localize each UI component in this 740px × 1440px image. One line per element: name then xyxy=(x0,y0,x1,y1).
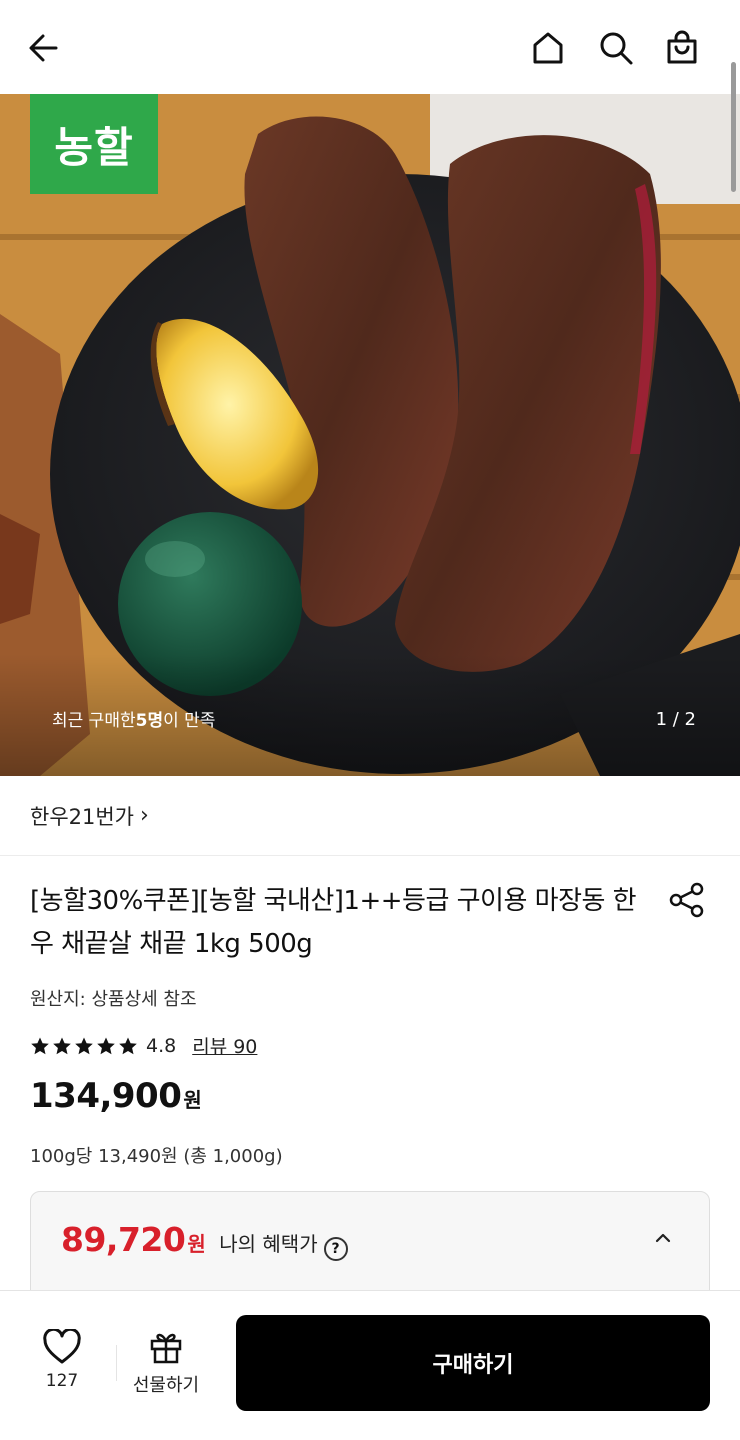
star-icon xyxy=(119,1037,137,1054)
brand-logo: 농할 xyxy=(30,94,158,194)
like-button[interactable]: 127 xyxy=(24,1329,100,1401)
star-icon xyxy=(97,1037,115,1054)
share-button[interactable] xyxy=(666,880,708,922)
price-unit: 원 xyxy=(183,1088,202,1112)
satisfied-count: 5명 xyxy=(135,710,164,731)
star-icon xyxy=(53,1037,71,1054)
chevron-up-icon[interactable] xyxy=(653,1228,673,1248)
price-value: 134,900 xyxy=(30,1076,182,1116)
home-icon xyxy=(533,32,563,64)
gift-label: 선물하기 xyxy=(132,1375,200,1396)
product-title: [농할30%쿠폰][농할 국내산]1++등급 구이용 마장동 한우 채끝살 채끝… xyxy=(30,886,637,959)
store-link[interactable]: 한우21번가 › xyxy=(0,776,740,856)
satisfied-suffix: 이 만족 xyxy=(163,710,216,731)
arrow-left-icon xyxy=(29,34,58,62)
origin-info: 원산지: 상품상세 참조 xyxy=(30,989,197,1010)
buy-button[interactable]: 구매하기 xyxy=(236,1315,710,1411)
product-price: 134,900 원 xyxy=(30,1076,202,1116)
rating-score: 4.8 xyxy=(146,1034,177,1057)
benefit-price: 89,720 원 xyxy=(61,1220,206,1259)
gift-button[interactable]: 선물하기 xyxy=(126,1329,206,1401)
bottom-action-bar: 127 선물하기 구매하기 xyxy=(0,1290,740,1440)
rating-stars xyxy=(30,1036,138,1056)
rating-row: 4.8 리뷰 90 xyxy=(30,1032,257,1059)
help-icon[interactable]: ? xyxy=(323,1237,348,1261)
product-image-carousel[interactable] xyxy=(0,94,740,776)
cart-button[interactable] xyxy=(658,24,706,72)
chevron-right-icon: › xyxy=(140,803,149,828)
benefit-price-row: 89,720 원 나의 혜택가 ? xyxy=(61,1220,348,1261)
brand-logo-text: 농할 xyxy=(54,122,134,172)
gift-icon xyxy=(150,1333,182,1364)
share-icon xyxy=(669,882,704,918)
home-button[interactable] xyxy=(524,24,572,72)
satisfied-prefix: 최근 구매한 xyxy=(52,710,136,731)
search-icon xyxy=(600,32,633,65)
like-count: 127 xyxy=(45,1371,79,1391)
star-icon xyxy=(31,1037,49,1054)
heart-icon xyxy=(43,1329,81,1364)
benefit-price-unit: 원 xyxy=(187,1232,206,1256)
shopping-bag-icon xyxy=(667,30,697,64)
benefit-price-value: 89,720 xyxy=(61,1220,186,1259)
review-link[interactable]: 리뷰 90 xyxy=(192,1032,257,1059)
scrollbar[interactable] xyxy=(731,62,736,192)
search-button[interactable] xyxy=(592,24,640,72)
star-icon xyxy=(75,1037,93,1054)
top-navigation-bar xyxy=(0,0,740,94)
divider xyxy=(116,1345,117,1381)
unit-price: 100g당 13,490원 (총 1,000g) xyxy=(30,1146,283,1167)
back-button[interactable] xyxy=(20,24,68,72)
store-name: 한우21번가 xyxy=(30,804,135,829)
benefit-price-panel[interactable]: 89,720 원 나의 혜택가 ? xyxy=(30,1191,710,1301)
benefit-label: 나의 혜택가 xyxy=(219,1232,318,1256)
recent-buyers-satisfied-label: 최근 구매한 5명 이 만족 xyxy=(52,703,215,733)
image-page-counter: 1 / 2 xyxy=(655,709,696,730)
product-photo xyxy=(0,94,740,776)
